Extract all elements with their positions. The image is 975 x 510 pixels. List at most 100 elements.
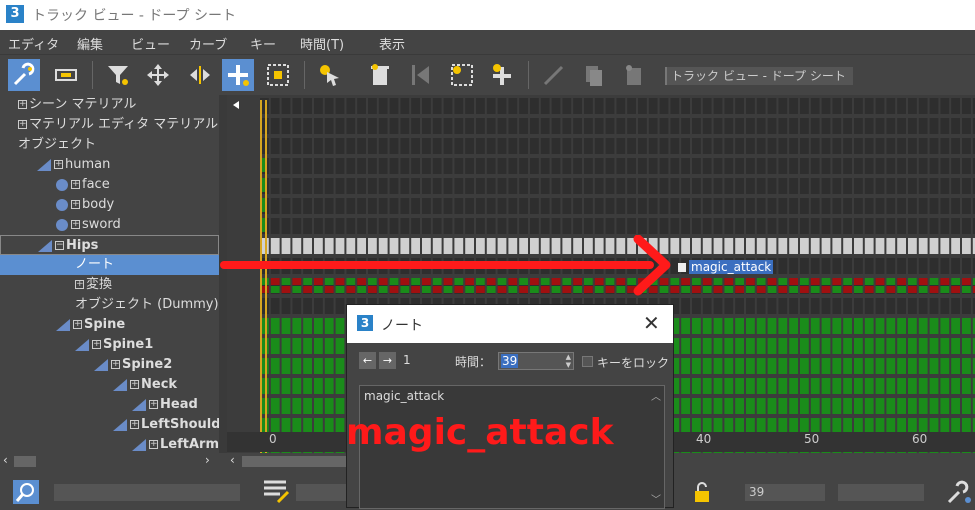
tree-item[interactable]: オブジェクト (Dummy) <box>0 295 219 315</box>
tree-scroll-left-icon[interactable]: ‹ <box>3 453 8 467</box>
tree-item[interactable]: ノート <box>0 255 219 275</box>
time-field[interactable]: 39 <box>745 484 825 501</box>
key-cell[interactable] <box>756 238 766 254</box>
key-cell[interactable] <box>702 318 712 334</box>
key-cell[interactable] <box>940 278 950 285</box>
tree-item[interactable]: − Hips <box>0 235 219 255</box>
range-start-icon[interactable] <box>233 101 239 109</box>
key-cell[interactable] <box>908 278 917 285</box>
key-cell[interactable] <box>886 378 896 394</box>
key-cell[interactable] <box>897 238 906 254</box>
key-cell[interactable] <box>940 378 950 394</box>
key-cell[interactable] <box>324 318 334 334</box>
key-cell[interactable] <box>864 238 874 254</box>
key-cell[interactable] <box>821 286 831 293</box>
tree-item[interactable]: + シーン マテリアル <box>0 95 219 115</box>
key-cell[interactable] <box>314 358 323 374</box>
scroll-down-icon[interactable]: ﹀ <box>651 491 661 506</box>
key-cell[interactable] <box>270 338 280 354</box>
key-cell[interactable] <box>756 338 766 354</box>
collapse-icon[interactable]: − <box>55 241 64 250</box>
key-cell[interactable] <box>724 338 734 354</box>
key-cell[interactable] <box>940 338 950 354</box>
key-cell[interactable] <box>897 398 906 414</box>
key-cell[interactable] <box>951 238 960 254</box>
add-keys-icon[interactable] <box>222 59 254 91</box>
key-cell[interactable] <box>778 238 788 254</box>
key-cell[interactable] <box>832 378 842 394</box>
key-cell[interactable] <box>789 398 798 414</box>
key-cell[interactable] <box>821 238 831 254</box>
key-cell[interactable] <box>843 286 852 293</box>
key-cell[interactable] <box>929 398 939 414</box>
tree-item[interactable]: オブジェクト <box>0 135 219 155</box>
key-cell[interactable] <box>303 358 312 374</box>
key-cell[interactable] <box>908 286 917 293</box>
key-cell[interactable] <box>951 338 960 354</box>
key-cell[interactable] <box>281 358 291 374</box>
modify-subtree-icon[interactable] <box>538 59 570 91</box>
key-cell[interactable] <box>864 286 874 293</box>
key-cell[interactable] <box>756 378 766 394</box>
key-cell[interactable] <box>940 318 950 334</box>
expand-icon[interactable]: + <box>54 160 63 169</box>
key-cell[interactable] <box>800 358 809 374</box>
key-cell[interactable] <box>864 318 874 334</box>
key-cell[interactable] <box>692 338 701 354</box>
key-cell[interactable] <box>692 286 701 293</box>
key-cell[interactable] <box>335 378 345 394</box>
key-cell[interactable] <box>724 358 734 374</box>
key-cell[interactable] <box>843 378 852 394</box>
key-cell[interactable] <box>810 358 820 374</box>
key-cell[interactable] <box>800 338 809 354</box>
key-cell[interactable] <box>702 278 712 285</box>
key-cell[interactable] <box>746 378 755 394</box>
expand-icon[interactable]: + <box>71 200 80 209</box>
key-cell[interactable] <box>897 358 906 374</box>
key-cell[interactable] <box>929 358 939 374</box>
key-cell[interactable] <box>702 338 712 354</box>
key-cell[interactable] <box>735 278 744 285</box>
key-cell[interactable] <box>951 286 960 293</box>
scale-time-icon[interactable] <box>446 59 478 91</box>
key-cell[interactable] <box>746 318 755 334</box>
key-cell[interactable] <box>789 238 798 254</box>
key-cell[interactable] <box>875 238 885 254</box>
key-cell[interactable] <box>314 398 323 414</box>
key-cell[interactable] <box>832 338 842 354</box>
key-cell[interactable] <box>756 278 766 285</box>
key-cell[interactable] <box>767 338 777 354</box>
key-cell[interactable] <box>897 338 906 354</box>
key-cell[interactable] <box>724 286 734 293</box>
expand-icon[interactable]: + <box>149 400 158 409</box>
key-cell[interactable] <box>281 378 291 394</box>
zoom-icon[interactable] <box>13 480 39 504</box>
menu-curve[interactable]: カーブ <box>189 34 227 53</box>
delete-time-icon[interactable] <box>364 59 396 91</box>
key-cell[interactable] <box>897 378 906 394</box>
key-cell[interactable] <box>854 398 863 414</box>
key-cell[interactable] <box>314 338 323 354</box>
key-cell[interactable] <box>314 378 323 394</box>
key-cell[interactable] <box>854 378 863 394</box>
expand-icon[interactable]: + <box>71 180 80 189</box>
key-cell[interactable] <box>724 398 734 414</box>
key-cell[interactable] <box>756 286 766 293</box>
key-cell[interactable] <box>875 318 885 334</box>
key-cell[interactable] <box>692 278 701 285</box>
key-cell[interactable] <box>810 286 820 293</box>
key-cell[interactable] <box>886 358 896 374</box>
key-cell[interactable] <box>864 278 874 285</box>
key-cell[interactable] <box>929 338 939 354</box>
key-cell[interactable] <box>735 318 744 334</box>
key-cell[interactable] <box>864 378 874 394</box>
key-cell[interactable] <box>746 278 755 285</box>
key-cell[interactable] <box>908 398 917 414</box>
key-cell[interactable] <box>335 358 345 374</box>
insert-time-icon[interactable] <box>486 59 518 91</box>
key-cell[interactable] <box>692 378 701 394</box>
key-cell[interactable] <box>789 286 798 293</box>
tree-item[interactable]: + Spine2 <box>0 355 219 375</box>
filter-icon[interactable] <box>102 59 134 91</box>
key-cell[interactable] <box>681 378 690 394</box>
